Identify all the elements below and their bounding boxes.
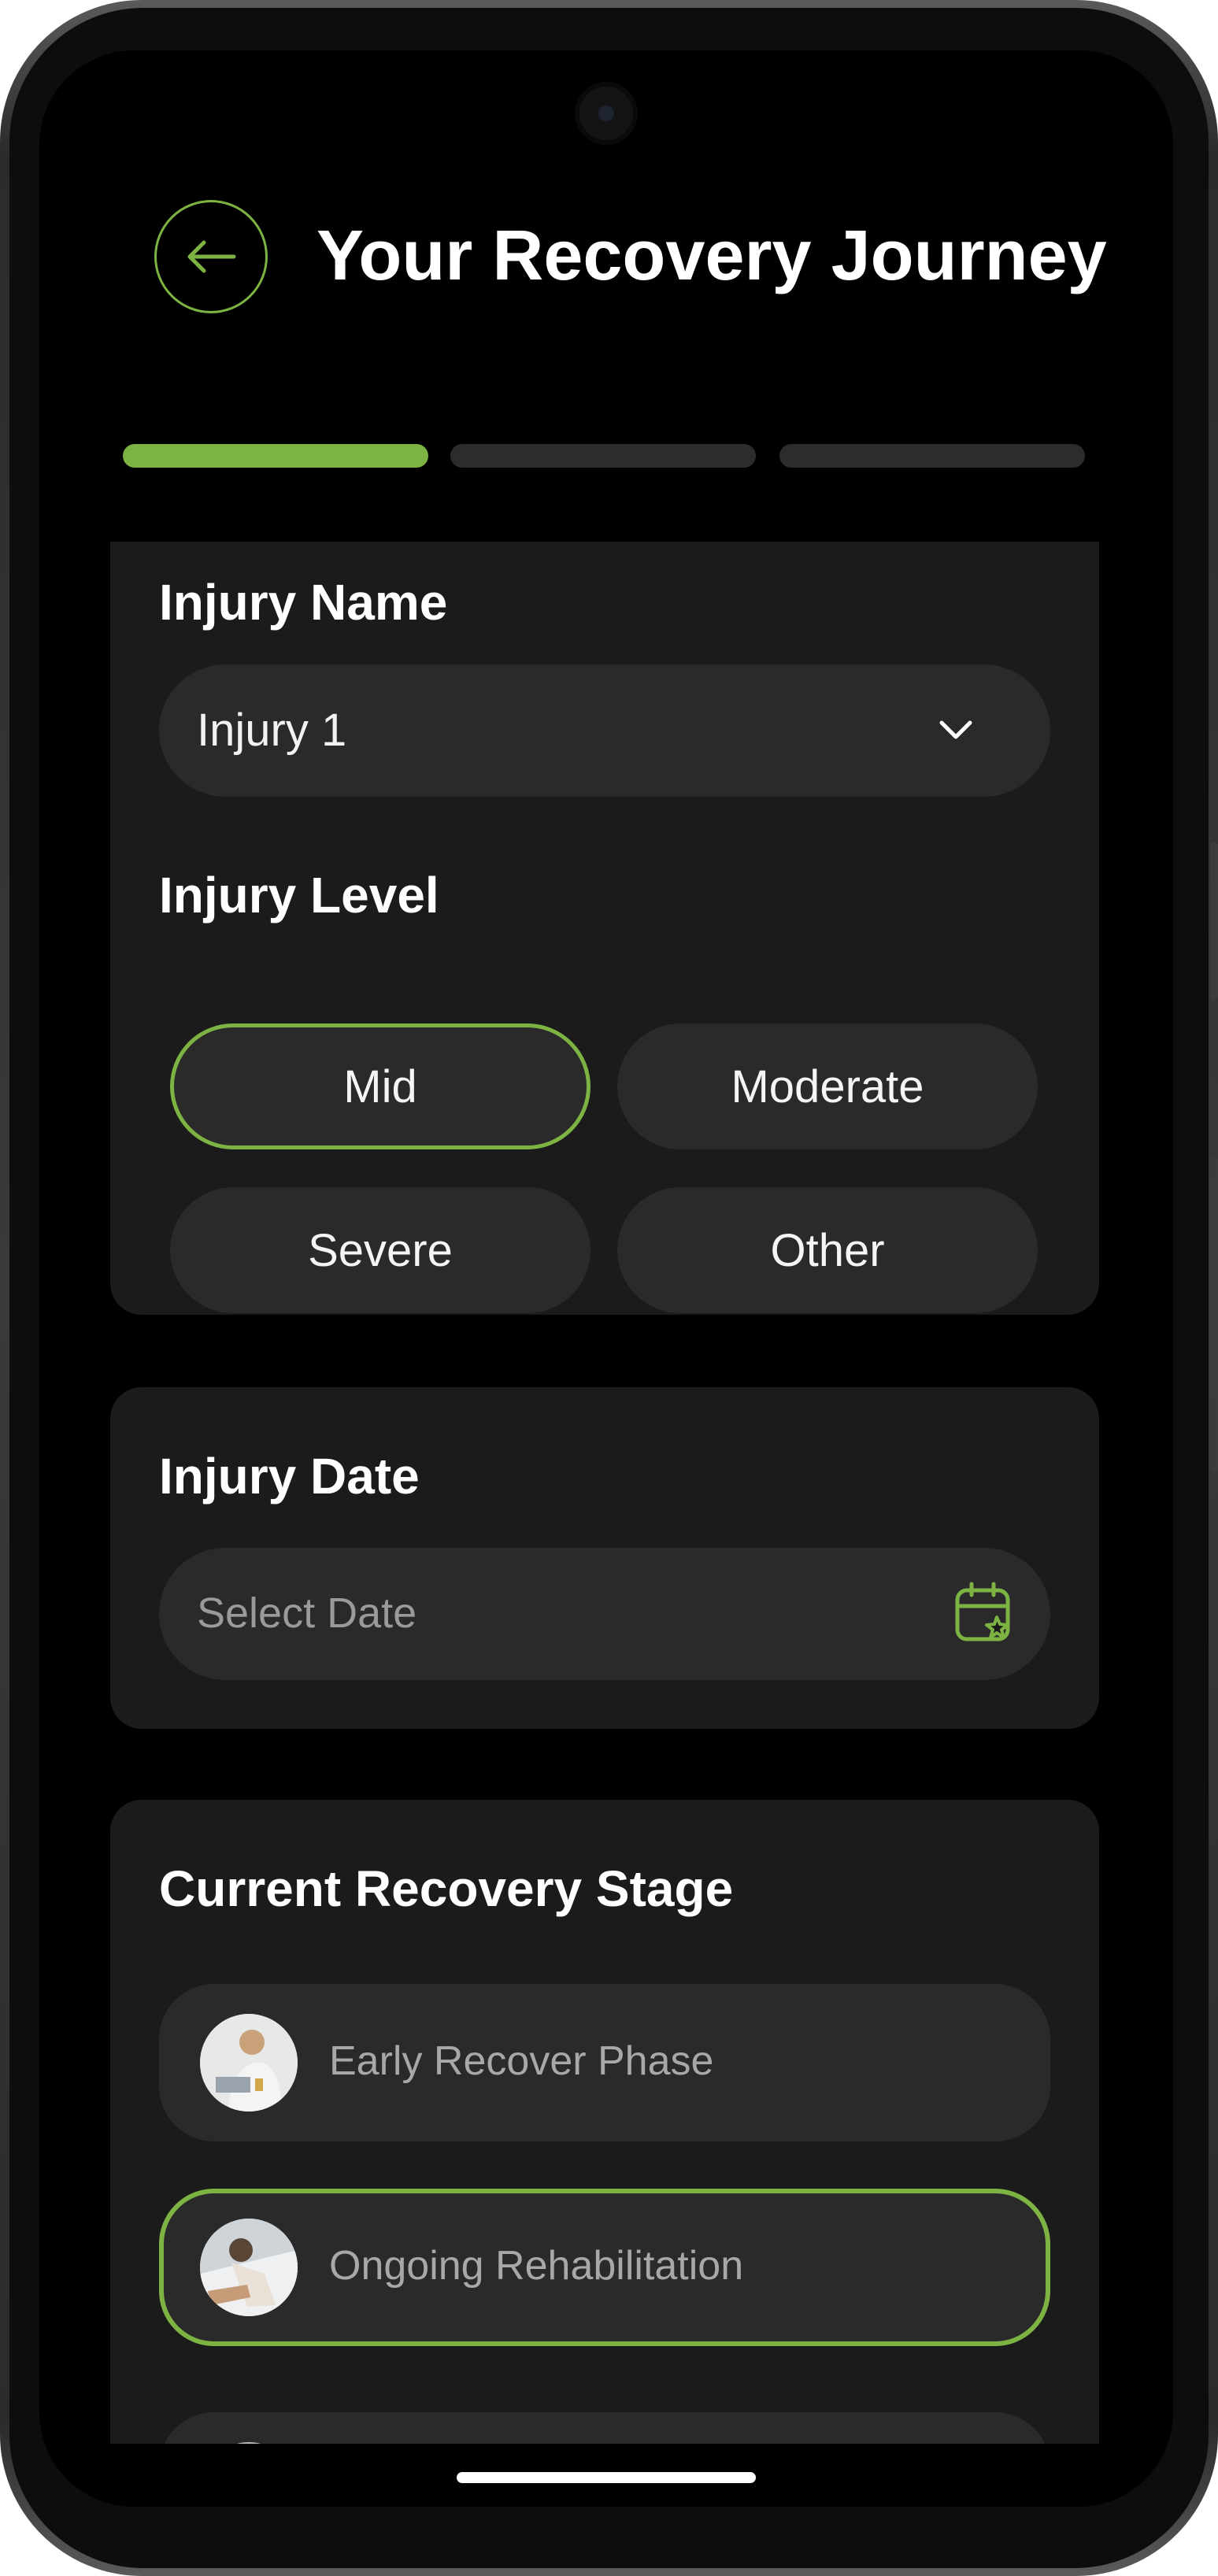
- injury-details-card: Injury Name Injury 1 Injury Level Mid Mo…: [110, 542, 1099, 1315]
- home-indicator[interactable]: [457, 2472, 756, 2483]
- injury-date-label: Injury Date: [159, 1448, 420, 1505]
- injury-date-field[interactable]: Select Date: [159, 1548, 1050, 1680]
- early-recovery-avatar: [200, 2014, 298, 2112]
- injury-name-dropdown[interactable]: Injury 1: [159, 664, 1050, 797]
- app-screen: Your Recovery Journey Injury Name Injury…: [39, 50, 1173, 2507]
- volume-button: [1210, 842, 1218, 1000]
- injury-name-value: Injury 1: [197, 705, 347, 756]
- progress-step-1: [123, 444, 428, 468]
- stage-option-early-recovery[interactable]: Early Recover Phase: [159, 1984, 1050, 2141]
- injury-level-label: Injury Level: [159, 867, 439, 923]
- recovery-stage-label: Current Recovery Stage: [159, 1860, 734, 1917]
- header: Your Recovery Journey: [39, 50, 1173, 318]
- stage-label: Ongoing Rehabilitation: [329, 2243, 744, 2289]
- chevron-down-icon: [939, 720, 972, 739]
- power-button: [1210, 1157, 1218, 1472]
- stage-option-ongoing-rehabilitation[interactable]: Ongoing Rehabilitation: [159, 2189, 1050, 2346]
- page-title: Your Recovery Journey: [317, 217, 1107, 295]
- injury-name-label: Injury Name: [159, 574, 448, 631]
- level-option-moderate[interactable]: Moderate: [617, 1023, 1038, 1149]
- progress-step-2: [450, 444, 756, 468]
- progress-step-3: [779, 444, 1085, 468]
- recovery-stage-card: Current Recovery Stage Early Recover Pha…: [110, 1800, 1099, 2507]
- level-option-other[interactable]: Other: [617, 1187, 1038, 1313]
- arrow-left-icon: [187, 240, 236, 273]
- injury-date-card: Injury Date Select Date: [110, 1387, 1099, 1729]
- ongoing-rehab-avatar: [200, 2219, 298, 2316]
- stage-label: Early Recover Phase: [329, 2038, 714, 2084]
- date-placeholder: Select Date: [197, 1590, 417, 1637]
- level-option-mid[interactable]: Mid: [170, 1023, 590, 1149]
- back-button[interactable]: [154, 200, 268, 313]
- level-option-severe[interactable]: Severe: [170, 1187, 590, 1313]
- calendar-icon[interactable]: [953, 1581, 1016, 1647]
